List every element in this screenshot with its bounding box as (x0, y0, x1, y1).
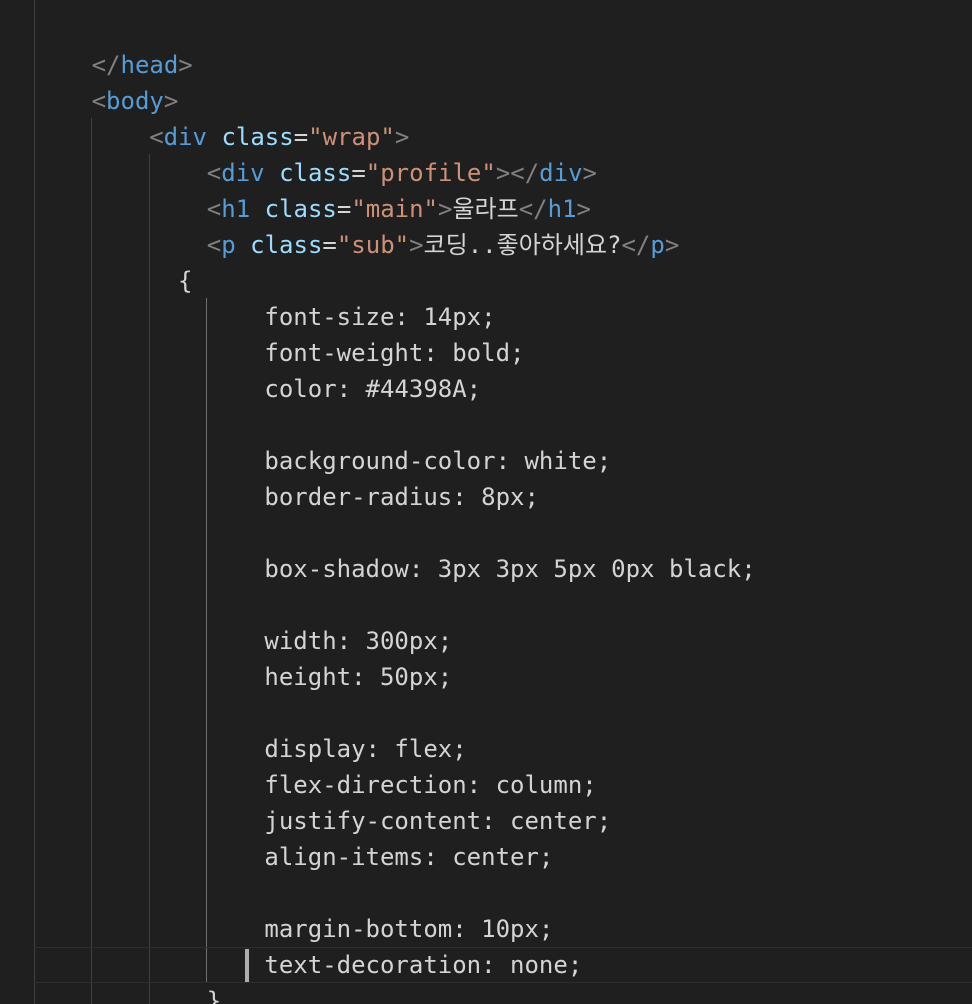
tag-name: head (120, 51, 179, 79)
tag-bracket: < (206, 231, 222, 259)
attribute-value: "wrap" (308, 123, 395, 151)
code-text: height: 50px; (264, 663, 453, 691)
tag-bracket: </ (621, 231, 651, 259)
indent-guide (149, 154, 150, 1004)
tag-name: div (539, 159, 583, 187)
tag-name: div (163, 123, 207, 151)
code-text: margin-bottom: 10px; (264, 915, 554, 943)
tag-name: h1 (221, 195, 251, 223)
attribute-name: class (221, 123, 294, 151)
tag-bracket: </ (510, 159, 540, 187)
tag-bracket: > (664, 231, 680, 259)
code-text: { (178, 267, 193, 295)
code-text: flex-direction: column; (264, 771, 597, 799)
code-line[interactable]: font-weight: bold; (264, 335, 524, 371)
code-text: background-color: white; (264, 447, 612, 475)
code-line[interactable]: text-decoration: none; (264, 947, 582, 983)
text-cursor (245, 949, 249, 982)
tag-bracket: > (582, 159, 597, 187)
code-line[interactable]: { (178, 263, 192, 299)
tag-bracket: > (576, 195, 591, 223)
tag-bracket: < (91, 87, 107, 115)
tag-bracket: > (495, 159, 511, 187)
element-text: 울라프 (452, 195, 519, 223)
tag-bracket: > (178, 51, 193, 79)
attribute-value: "sub" (336, 231, 410, 259)
code-text: } (206, 987, 222, 1004)
indent-guide-active (206, 298, 207, 982)
tag-name: h1 (547, 195, 577, 223)
code-line[interactable]: align-items: center; (264, 839, 553, 875)
tag-name: p (650, 231, 665, 259)
tag-bracket: </ (91, 51, 121, 79)
code-line[interactable]: <p class="sub">코딩..좋아하세요?</p> (207, 227, 680, 263)
tag-name: div (221, 159, 265, 187)
tag-bracket: > (394, 123, 410, 151)
code-line[interactable]: justify-content: center; (264, 803, 611, 839)
code-text: justify-content: center; (264, 807, 612, 835)
tag-bracket: < (206, 159, 222, 187)
equals-sign: = (351, 159, 366, 187)
code-text: color: #44398A; (264, 375, 482, 403)
code-line[interactable]: </head> (92, 47, 193, 83)
code-line[interactable]: height: 50px; (264, 659, 452, 695)
code-editor[interactable]: </head> <body> <div class="wrap"> <div clas… (0, 0, 972, 1004)
equals-sign: = (322, 231, 337, 259)
code-line[interactable]: <h1 class="main">울라프</h1> (207, 191, 591, 227)
tag-bracket: < (149, 123, 164, 151)
code-line[interactable]: <body> (92, 83, 179, 119)
tag-bracket: > (163, 87, 179, 115)
code-line[interactable]: box-shadow: 3px 3px 5px 0px black; (264, 551, 755, 587)
code-line[interactable]: width: 300px; (264, 623, 452, 659)
tag-bracket: </ (518, 195, 548, 223)
tag-bracket: > (409, 231, 424, 259)
indent-guide (34, 0, 35, 1004)
code-line[interactable]: border-radius: 8px; (264, 479, 539, 515)
code-text: font-size: 14px; (264, 303, 496, 331)
attribute-name: class (250, 231, 323, 259)
code-line[interactable]: } (207, 983, 221, 1004)
code-line[interactable]: font-size: 14px; (264, 299, 495, 335)
tag-name: body (106, 87, 164, 115)
code-text: box-shadow: 3px 3px 5px 0px black; (264, 555, 756, 583)
code-line[interactable]: background-color: white; (264, 443, 611, 479)
code-text: text-decoration: none; (264, 951, 583, 979)
code-line[interactable]: margin-bottom: 10px; (264, 911, 553, 947)
code-line[interactable]: <div class="wrap"> (149, 119, 409, 155)
code-text: width: 300px; (264, 627, 453, 655)
code-text: border-radius: 8px; (264, 483, 539, 511)
code-line[interactable]: flex-direction: column; (264, 767, 596, 803)
tag-name: p (221, 231, 236, 259)
attribute-name: class (264, 195, 337, 223)
element-text: 코딩..좋아하세요? (423, 231, 622, 259)
code-line[interactable]: color: #44398A; (264, 371, 481, 407)
attribute-value: "profile" (365, 159, 496, 187)
code-text: display: flex; (264, 735, 467, 763)
code-text: align-items: center; (264, 843, 554, 871)
equals-sign: = (336, 195, 352, 223)
code-text: font-weight: bold; (264, 339, 525, 367)
attribute-value: "main" (351, 195, 439, 223)
tag-bracket: > (438, 195, 453, 223)
indent-guide (91, 118, 92, 1004)
code-line[interactable]: <div class="profile"></div> (207, 155, 597, 191)
equals-sign: = (293, 123, 309, 151)
code-line[interactable]: display: flex; (264, 731, 466, 767)
attribute-name: class (279, 159, 352, 187)
tag-bracket: < (206, 195, 222, 223)
